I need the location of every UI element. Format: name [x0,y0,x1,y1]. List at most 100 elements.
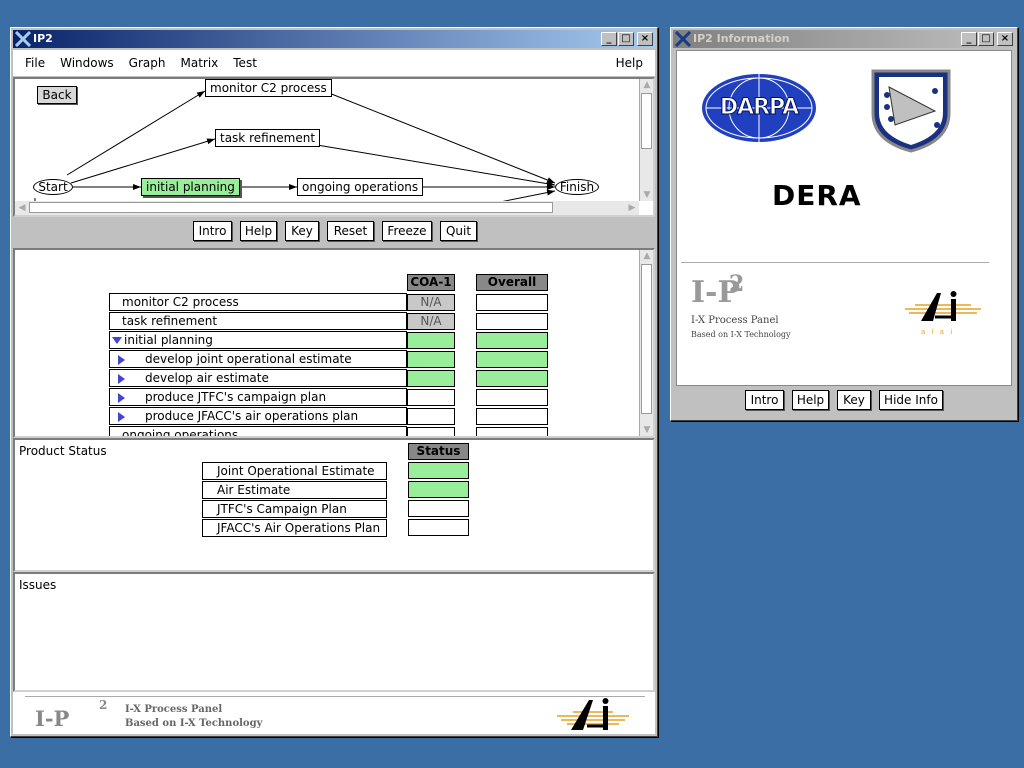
close-button[interactable]: × [637,32,653,46]
node-ongoing-operations[interactable]: ongoing operations [297,178,424,196]
matrix-row-label: monitor C2 process [122,295,239,309]
product-row[interactable]: Air Estimate [202,481,387,499]
back-button[interactable]: Back [37,86,77,104]
overall-status-cell[interactable] [476,370,548,387]
product-status-cell[interactable] [408,462,469,479]
matrix-row[interactable]: develop air estimate [109,369,407,387]
issues-title: Issues [19,578,57,592]
graph-vscroll[interactable]: ▲ ▼ [639,79,653,201]
product-row[interactable]: Joint Operational Estimate [202,462,387,480]
product-status-panel: Product Status Status Joint Operational … [13,438,655,572]
overall-status-cell[interactable] [476,332,548,349]
expand-closed-icon[interactable] [118,373,125,384]
matrix-row-label: task refinement [122,314,218,328]
scroll-left-icon[interactable]: ◀ [15,202,29,214]
node-start[interactable]: Start [33,179,73,195]
hide-info-button[interactable]: Hide Info [879,390,943,410]
matrix-row-label: ongoing operations [122,428,239,438]
overall-status-cell[interactable] [476,351,548,368]
graph-hscroll[interactable]: ◀ ▶ [15,201,639,215]
coa-status-cell[interactable] [407,332,455,349]
matrix-row[interactable]: produce JFACC's air operations plan [109,407,407,425]
main-window-title: IP2 [33,32,53,45]
aiai-logo-icon [557,698,629,730]
coa-status-cell[interactable] [407,351,455,368]
col-status-header: Status [408,443,469,460]
matrix-row[interactable]: task refinement [109,312,407,330]
product-status-cell[interactable] [408,519,469,536]
product-row[interactable]: JTFC's Campaign Plan [202,500,387,518]
overall-status-cell[interactable] [476,427,548,436]
footer-logo-text: I-P [35,706,70,731]
darpa-logo: DARPA [701,73,817,143]
matrix-row-label: initial planning [124,333,213,347]
overall-status-cell[interactable] [476,408,548,425]
main-titlebar[interactable]: IP2 _ □ × [13,30,655,48]
matrix-row[interactable]: ongoing operations [109,426,407,438]
menu-graph[interactable]: Graph [129,56,166,70]
coa-status-cell[interactable] [407,408,455,425]
product-logo-sup: 2 [729,271,745,297]
info-line1: I-X Process Panel [691,315,779,326]
footer: I-P 2 I-X Process Panel Based on I-X Tec… [13,692,655,734]
product-status-cell[interactable] [408,481,469,498]
minimize-button[interactable]: _ [601,32,617,46]
close-button[interactable]: × [997,32,1013,46]
menu-test[interactable]: Test [233,56,257,70]
info-titlebar[interactable]: IP2 Information _ □ × [673,30,1015,48]
info-help-button[interactable]: Help [792,390,829,410]
expand-closed-icon[interactable] [118,392,125,403]
footer-line1: I-X Process Panel [125,704,223,715]
freeze-button[interactable]: Freeze [382,221,432,241]
app-x-icon [675,31,691,47]
matrix-row-label: develop air estimate [145,371,269,385]
maximize-button[interactable]: □ [618,32,634,46]
minimize-button[interactable]: _ [961,32,977,46]
quit-button[interactable]: Quit [440,221,477,241]
coa-status-cell[interactable] [407,389,455,406]
info-window-title: IP2 Information [693,32,790,45]
coa-status-cell[interactable]: N/A [407,294,455,311]
node-task-refinement[interactable]: task refinement [215,129,321,147]
matrix-row[interactable]: develop joint operational estimate [109,350,407,368]
reset-button[interactable]: Reset [327,221,374,241]
scroll-down-icon[interactable]: ▼ [640,189,653,201]
key-button[interactable]: Key [285,221,319,241]
expand-closed-icon[interactable] [118,411,125,422]
info-intro-button[interactable]: Intro [745,390,784,410]
coa-status-cell[interactable] [407,427,455,436]
scroll-right-icon[interactable]: ▶ [625,202,639,214]
scroll-up-icon[interactable]: ▲ [640,79,653,91]
menubar: File Windows Graph Matrix Test Help [13,50,655,76]
overall-status-cell[interactable] [476,294,548,311]
product-row[interactable]: JFACC's Air Operations Plan [202,519,387,537]
menu-help[interactable]: Help [616,56,643,70]
matrix-vscroll[interactable]: ▲ ▼ [639,250,653,436]
intro-button[interactable]: Intro [193,221,232,241]
aiai-text: a i a i [921,328,955,336]
node-initial-planning[interactable]: initial planning [141,178,240,196]
matrix-row[interactable]: monitor C2 process [109,293,407,311]
expand-open-icon[interactable] [112,337,122,344]
scroll-down-icon[interactable]: ▼ [640,424,653,436]
main-window: IP2 _ □ × File Windows Graph Matrix Test… [10,27,658,737]
menu-windows[interactable]: Windows [60,56,114,70]
expand-closed-icon[interactable] [118,354,125,365]
coa-status-cell[interactable]: N/A [407,313,455,330]
info-key-button[interactable]: Key [837,390,871,410]
menu-file[interactable]: File [25,56,45,70]
menu-matrix[interactable]: Matrix [180,56,218,70]
overall-status-cell[interactable] [476,313,548,330]
product-status-cell[interactable] [408,500,469,517]
scroll-up-icon[interactable]: ▲ [640,250,653,262]
aiai-logo-icon [905,291,981,321]
node-finish[interactable]: Finish [555,179,599,195]
matrix-row[interactable]: produce JTFC's campaign plan [109,388,407,406]
node-monitor-c2[interactable]: monitor C2 process [205,79,332,97]
maximize-button[interactable]: □ [978,32,994,46]
matrix-row[interactable]: initial planning [109,331,407,349]
overall-status-cell[interactable] [476,389,548,406]
help-button[interactable]: Help [240,221,277,241]
footer-logo-sup: 2 [99,698,108,712]
coa-status-cell[interactable] [407,370,455,387]
